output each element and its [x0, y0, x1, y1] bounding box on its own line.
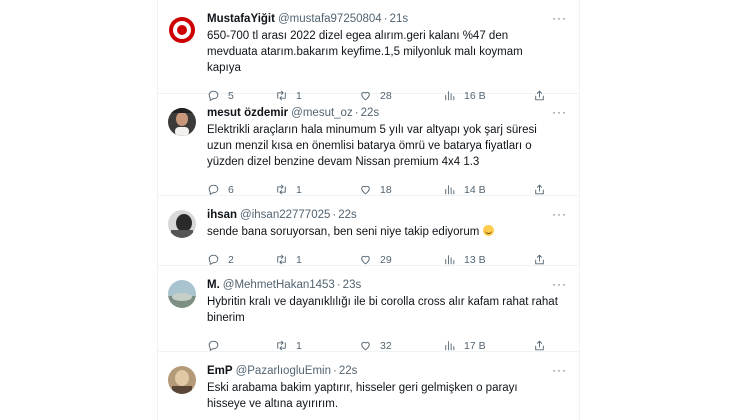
views-button[interactable]: 14 B: [443, 183, 513, 196]
profile-photo: [168, 210, 196, 238]
reply-count: 6: [228, 183, 234, 196]
views-icon: [445, 341, 455, 351]
avatar[interactable]: [168, 210, 196, 238]
more-icon[interactable]: ···: [552, 106, 567, 118]
tweet-header: MustafaYiğit @mustafa97250804 · 21s: [207, 12, 567, 27]
avatar[interactable]: [168, 280, 196, 308]
retweet-icon: [277, 184, 286, 195]
like-count: 32: [380, 339, 392, 352]
more-icon[interactable]: ···: [552, 208, 567, 220]
separator-dot: ·: [354, 107, 359, 119]
tweet-header: M. @MehmetHakan1453 · 23s: [207, 278, 567, 293]
views-button[interactable]: 13 B: [443, 253, 513, 266]
retweet-icon: [277, 340, 286, 351]
timeline: MustafaYiğit @mustafa97250804 · 21s ··· …: [157, 0, 580, 420]
share-button[interactable]: [533, 253, 546, 266]
display-name[interactable]: M.: [207, 278, 220, 293]
avatar[interactable]: [168, 366, 196, 394]
reply-button[interactable]: 6: [207, 183, 275, 196]
retweet-count: 1: [296, 183, 302, 196]
user-handle[interactable]: @MehmetHakan1453: [223, 278, 335, 293]
like-button[interactable]: 32: [359, 339, 443, 352]
share-icon: [535, 254, 544, 265]
timestamp[interactable]: 22s: [338, 208, 357, 223]
timestamp[interactable]: 22s: [361, 106, 380, 121]
share-button[interactable]: [533, 339, 546, 352]
user-handle[interactable]: @ihsan22777025: [240, 208, 330, 223]
tweet-header: mesut özdemir @mesut_oz · 22s: [207, 106, 567, 121]
profile-photo: [168, 108, 196, 136]
views-icon: [445, 255, 455, 265]
separator-dot: ·: [383, 13, 388, 25]
reply-icon: [208, 184, 219, 195]
view-count: 17 B: [464, 339, 486, 352]
timestamp[interactable]: 22s: [339, 364, 358, 379]
tweet[interactable]: M. @MehmetHakan1453 · 23s ··· Hybritin k…: [158, 266, 579, 352]
display-name[interactable]: mesut özdemir: [207, 106, 288, 121]
share-icon: [535, 340, 544, 351]
separator-dot: ·: [333, 365, 337, 377]
like-button[interactable]: 29: [359, 253, 443, 266]
reply-count: 2: [228, 253, 234, 266]
user-handle[interactable]: @mustafa97250804: [278, 12, 382, 27]
tweet-text-body: sende bana soruyorsan, ben seni niye tak…: [207, 226, 480, 238]
retweet-button[interactable]: 1: [275, 253, 359, 266]
views-icon: [445, 185, 455, 195]
reply-button[interactable]: 2: [207, 253, 275, 266]
tweet[interactable]: mesut özdemir @mesut_oz · 22s ··· Elektr…: [158, 94, 579, 196]
view-count: 14 B: [464, 183, 486, 196]
share-icon: [535, 184, 544, 195]
tweet-text: 650-700 tl arası 2022 dizel egea alırım.…: [207, 30, 523, 74]
like-count: 18: [380, 183, 392, 196]
like-icon: [361, 255, 370, 265]
user-handle[interactable]: @PazarlıogluEmin: [236, 364, 331, 379]
tweet-header: EmP @PazarlıogluEmin · 22s: [207, 364, 567, 379]
retweet-count: 1: [296, 253, 302, 266]
display-name[interactable]: MustafaYiğit: [207, 12, 275, 27]
separator-dot: ·: [332, 209, 337, 221]
tweet-header: ihsan @ihsan22777025 · 22s: [207, 208, 567, 223]
timestamp[interactable]: 21s: [390, 12, 409, 27]
display-name[interactable]: EmP: [207, 364, 233, 379]
tweet-text: Hybritin kralı ve dayanıklılığı ile bi c…: [207, 296, 558, 324]
user-handle[interactable]: @mesut_oz: [291, 106, 353, 121]
separator-dot: ·: [336, 279, 341, 291]
tweet[interactable]: MustafaYiğit @mustafa97250804 · 21s ··· …: [158, 0, 579, 102]
tweet[interactable]: ihsan @ihsan22777025 · 22s ··· sende ban…: [158, 196, 579, 266]
more-icon[interactable]: ···: [552, 364, 567, 376]
tweet-text: Eski arabama bakim yaptırır, hisseler ge…: [207, 382, 518, 410]
reply-button[interactable]: [207, 339, 275, 352]
like-count: 29: [380, 253, 392, 266]
profile-photo: [168, 280, 196, 308]
reply-icon: [208, 340, 219, 351]
retweet-button[interactable]: 1: [275, 183, 359, 196]
target-logo-icon: [168, 16, 196, 44]
like-icon: [361, 185, 370, 195]
more-icon[interactable]: ···: [552, 12, 567, 24]
retweet-icon: [277, 254, 286, 265]
tweet-text: sende bana soruyorsan, ben seni niye tak…: [207, 224, 567, 240]
like-button[interactable]: 18: [359, 183, 443, 196]
retweet-count: 1: [296, 339, 302, 352]
display-name[interactable]: ihsan: [207, 208, 237, 223]
views-button[interactable]: 17 B: [443, 339, 513, 352]
avatar[interactable]: [168, 108, 196, 136]
share-button[interactable]: [533, 183, 546, 196]
avatar[interactable]: [168, 16, 196, 44]
tweet-text: Elektrikli araçların hala minumum 5 yılı…: [207, 124, 537, 168]
profile-photo: [168, 366, 196, 394]
more-icon[interactable]: ···: [552, 278, 567, 290]
grinning-face-emoji-icon: [482, 225, 494, 236]
timestamp[interactable]: 23s: [343, 278, 362, 293]
view-count: 13 B: [464, 253, 486, 266]
tweet[interactable]: EmP @PazarlıogluEmin · 22s ··· Eski arab…: [158, 352, 579, 420]
like-icon: [361, 341, 370, 351]
reply-icon: [208, 254, 219, 265]
retweet-button[interactable]: 1: [275, 339, 359, 352]
